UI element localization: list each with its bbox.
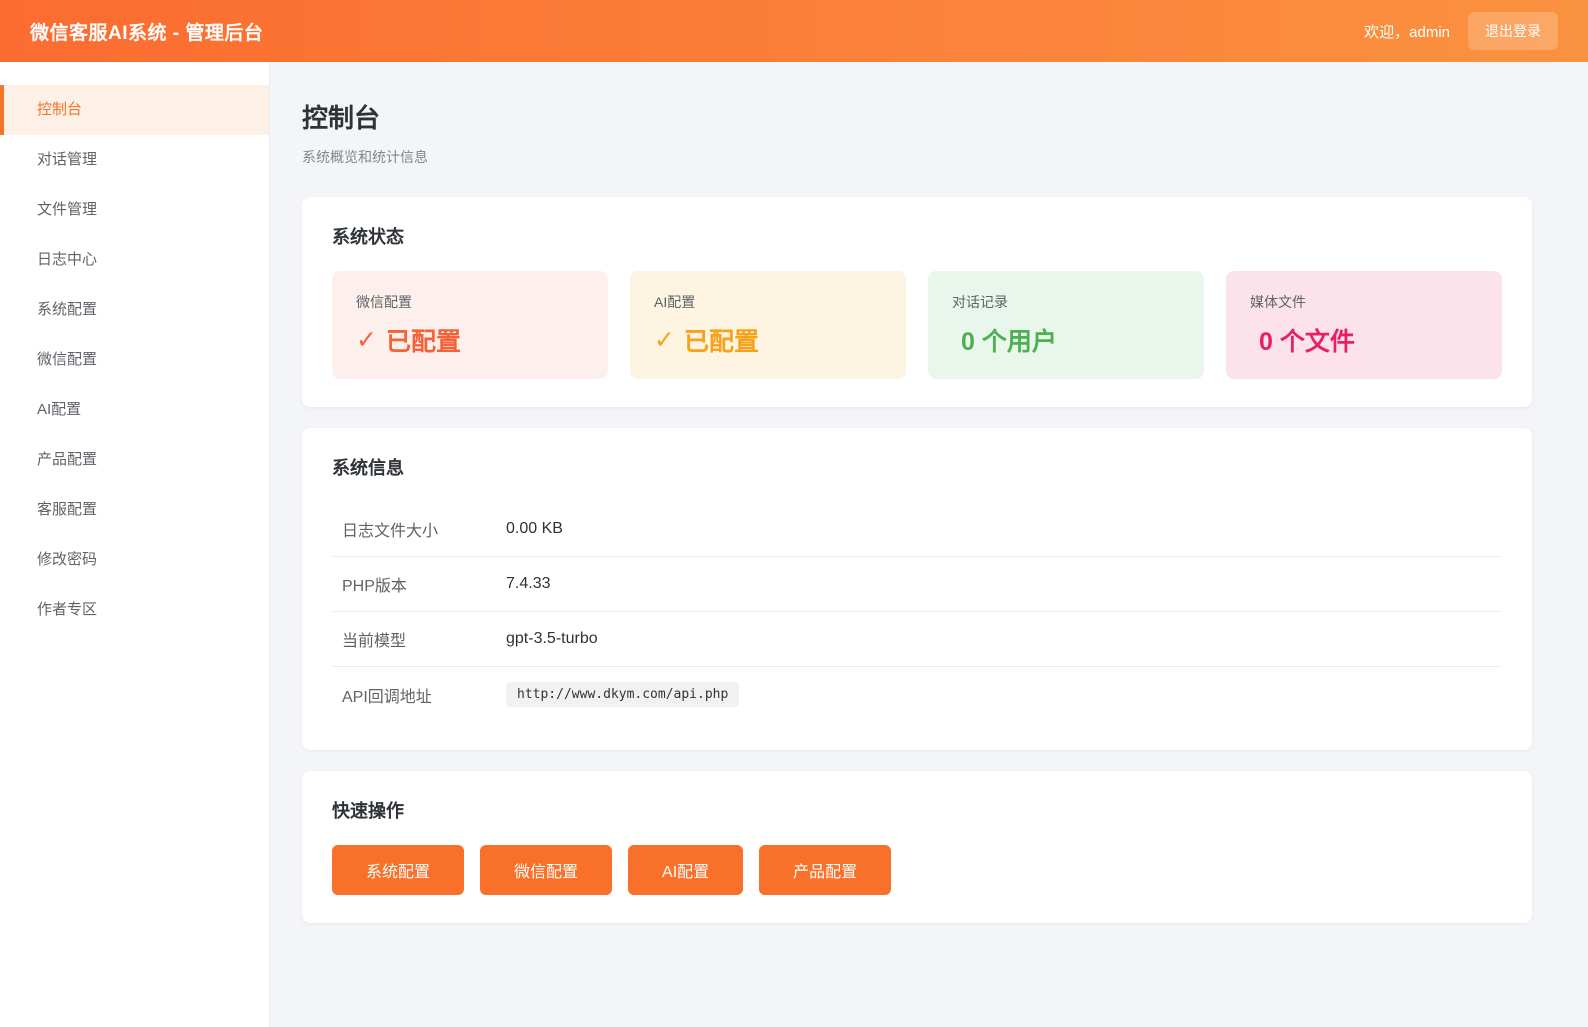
system-status-panel: 系统状态 微信配置 ✓ 已配置 AI配置 ✓ 已配置 对话记录 0 个用户 媒体… <box>302 197 1532 407</box>
system-status-title: 系统状态 <box>332 223 1502 249</box>
app-window: 微信客服AI系统 - 管理后台 欢迎，admin 退出登录 控制台 对话管理 文… <box>0 0 1588 1027</box>
info-row: PHP版本 7.4.33 <box>332 557 1502 612</box>
check-icon: ✓ <box>654 325 675 355</box>
sidebar-item[interactable]: 控制台 <box>0 85 269 135</box>
quick-actions-group: 系统配置 微信配置 AI配置 产品配置 <box>332 845 1502 895</box>
info-row-value: http://www.dkym.com/api.php <box>506 682 739 707</box>
status-card-label: AI配置 <box>654 292 882 312</box>
check-icon: ✓ <box>356 325 377 355</box>
sidebar-item[interactable]: 对话管理 <box>0 135 269 185</box>
page-title: 控制台 <box>302 98 1532 135</box>
sidebar-item[interactable]: 文件管理 <box>0 185 269 235</box>
info-row-label: API回调地址 <box>342 683 506 707</box>
status-card-value-text: 已配置 <box>386 322 461 358</box>
sidebar-item[interactable]: 修改密码 <box>0 535 269 585</box>
status-card-value-text: 0 个文件 <box>1259 322 1355 358</box>
quick-action-button[interactable]: 产品配置 <box>759 845 891 895</box>
system-info-rows: 日志文件大小 0.00 KB PHP版本 7.4.33 当前模型 gpt-3.5… <box>332 502 1502 722</box>
sidebar-item[interactable]: 作者专区 <box>0 585 269 635</box>
layout-body: 控制台 对话管理 文件管理 日志中心 系统配置 微信配置 AI配置 产品配置 客… <box>0 62 1588 1027</box>
info-row: 当前模型 gpt-3.5-turbo <box>332 612 1502 667</box>
system-info-panel: 系统信息 日志文件大小 0.00 KB PHP版本 7.4.33 当前模型 gp… <box>302 428 1532 750</box>
info-row: API回调地址 http://www.dkym.com/api.php <box>332 667 1502 722</box>
sidebar-item[interactable]: 客服配置 <box>0 485 269 535</box>
top-header-bar: 微信客服AI系统 - 管理后台 欢迎，admin 退出登录 <box>0 0 1588 62</box>
logout-button[interactable]: 退出登录 <box>1468 12 1558 50</box>
status-card: 对话记录 0 个用户 <box>928 271 1204 379</box>
quick-action-button[interactable]: 系统配置 <box>332 845 464 895</box>
status-card-value-text: 0 个用户 <box>961 322 1057 358</box>
status-card-value: 0 个文件 <box>1250 322 1355 358</box>
sidebar-item[interactable]: 日志中心 <box>0 235 269 285</box>
info-row-value: 7.4.33 <box>506 575 550 593</box>
quick-actions-panel: 快速操作 系统配置 微信配置 AI配置 产品配置 <box>302 771 1532 923</box>
status-card-value: ✓ 已配置 <box>356 322 461 358</box>
status-card-value: 0 个用户 <box>952 322 1057 358</box>
status-card-label: 微信配置 <box>356 292 584 312</box>
sidebar-nav: 控制台 对话管理 文件管理 日志中心 系统配置 微信配置 AI配置 产品配置 客… <box>0 62 270 1027</box>
status-card: AI配置 ✓ 已配置 <box>630 271 906 379</box>
status-card-value-text: 已配置 <box>684 322 759 358</box>
status-card-label: 对话记录 <box>952 292 1180 312</box>
sidebar-item[interactable]: 产品配置 <box>0 435 269 485</box>
info-row-value: 0.00 KB <box>506 520 563 538</box>
status-card-value: ✓ 已配置 <box>654 322 759 358</box>
info-row-value: gpt-3.5-turbo <box>506 630 598 648</box>
sidebar-item[interactable]: AI配置 <box>0 385 269 435</box>
quick-action-button[interactable]: 微信配置 <box>480 845 612 895</box>
sidebar-item[interactable]: 系统配置 <box>0 285 269 335</box>
status-card: 微信配置 ✓ 已配置 <box>332 271 608 379</box>
status-card-grid: 微信配置 ✓ 已配置 AI配置 ✓ 已配置 对话记录 0 个用户 媒体文件 0 … <box>332 271 1502 379</box>
info-row-label: 当前模型 <box>342 627 506 651</box>
info-row: 日志文件大小 0.00 KB <box>332 502 1502 557</box>
status-card-label: 媒体文件 <box>1250 292 1478 312</box>
system-info-title: 系统信息 <box>332 454 1502 480</box>
info-row-label: 日志文件大小 <box>342 517 506 541</box>
app-title: 微信客服AI系统 - 管理后台 <box>30 18 263 45</box>
sidebar-item[interactable]: 微信配置 <box>0 335 269 385</box>
header-right-group: 欢迎，admin 退出登录 <box>1364 12 1558 50</box>
quick-action-button[interactable]: AI配置 <box>628 845 743 895</box>
page-subtitle: 系统概览和统计信息 <box>302 147 1532 167</box>
status-card: 媒体文件 0 个文件 <box>1226 271 1502 379</box>
quick-actions-title: 快速操作 <box>332 797 1502 823</box>
welcome-text: 欢迎，admin <box>1364 21 1450 42</box>
info-row-label: PHP版本 <box>342 572 506 596</box>
main-content: 控制台 系统概览和统计信息 系统状态 微信配置 ✓ 已配置 AI配置 ✓ 已配置… <box>270 62 1588 1027</box>
